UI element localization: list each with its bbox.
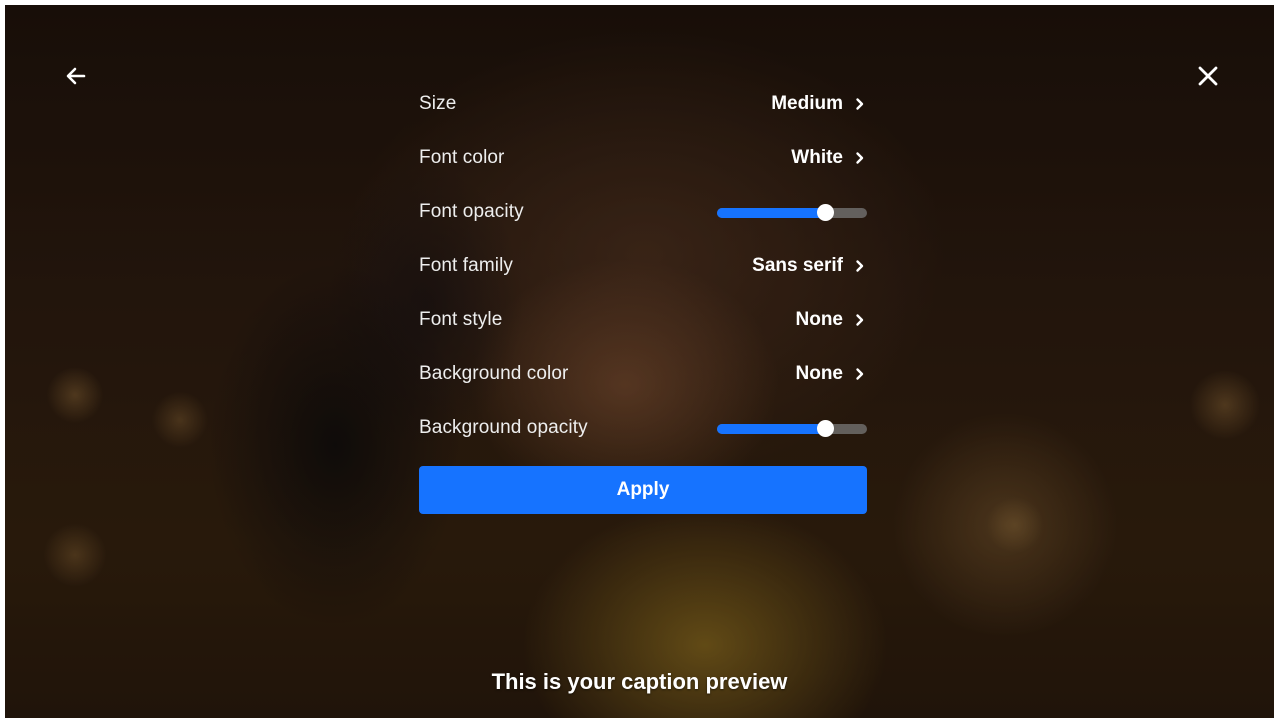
setting-value: White (791, 147, 843, 168)
close-icon (1198, 66, 1218, 86)
back-button[interactable] (56, 56, 96, 96)
slider-fill (717, 424, 825, 434)
setting-value-wrapper: None (796, 363, 868, 385)
close-button[interactable] (1188, 56, 1228, 96)
setting-value: None (795, 363, 844, 384)
font-opacity-slider[interactable] (717, 201, 867, 223)
setting-value-wrapper: None (796, 309, 868, 331)
setting-label: Font family (419, 255, 514, 276)
setting-label: Background opacity (419, 417, 588, 438)
setting-value-wrapper: Medium (771, 93, 867, 115)
caption-settings-panel: Size Medium Font color White Font opacit… (419, 77, 867, 514)
setting-label: Font style (419, 309, 503, 330)
chevron-right-icon (849, 363, 871, 385)
setting-font-family[interactable]: Font family Sans serif (419, 239, 867, 293)
chevron-right-icon (849, 255, 871, 277)
slider-thumb[interactable] (817, 420, 834, 437)
setting-label: Size (419, 93, 457, 114)
setting-background-opacity: Background opacity (419, 401, 867, 455)
apply-button[interactable]: Apply (419, 466, 867, 514)
setting-background-color[interactable]: Background color None (419, 347, 867, 401)
setting-font-style[interactable]: Font style None (419, 293, 867, 347)
setting-size[interactable]: Size Medium (419, 77, 867, 131)
setting-value: None (795, 309, 844, 330)
setting-value-wrapper: White (791, 147, 867, 169)
arrow-left-icon (66, 67, 86, 85)
chevron-right-icon (849, 309, 871, 331)
slider-fill (717, 208, 825, 218)
chevron-right-icon (849, 147, 871, 169)
background-opacity-slider[interactable] (717, 417, 867, 439)
setting-font-opacity: Font opacity (419, 185, 867, 239)
setting-value: Medium (771, 93, 843, 114)
setting-font-color[interactable]: Font color White (419, 131, 867, 185)
chevron-right-icon (849, 93, 871, 115)
setting-value: Sans serif (752, 255, 843, 276)
slider-thumb[interactable] (817, 204, 834, 221)
setting-label: Background color (419, 363, 569, 384)
setting-value-wrapper: Sans serif (752, 255, 867, 277)
setting-label: Font opacity (419, 201, 524, 222)
caption-preview-text: This is your caption preview (491, 669, 788, 694)
setting-label: Font color (419, 147, 505, 168)
caption-settings-screen: Size Medium Font color White Font opacit… (5, 5, 1274, 718)
